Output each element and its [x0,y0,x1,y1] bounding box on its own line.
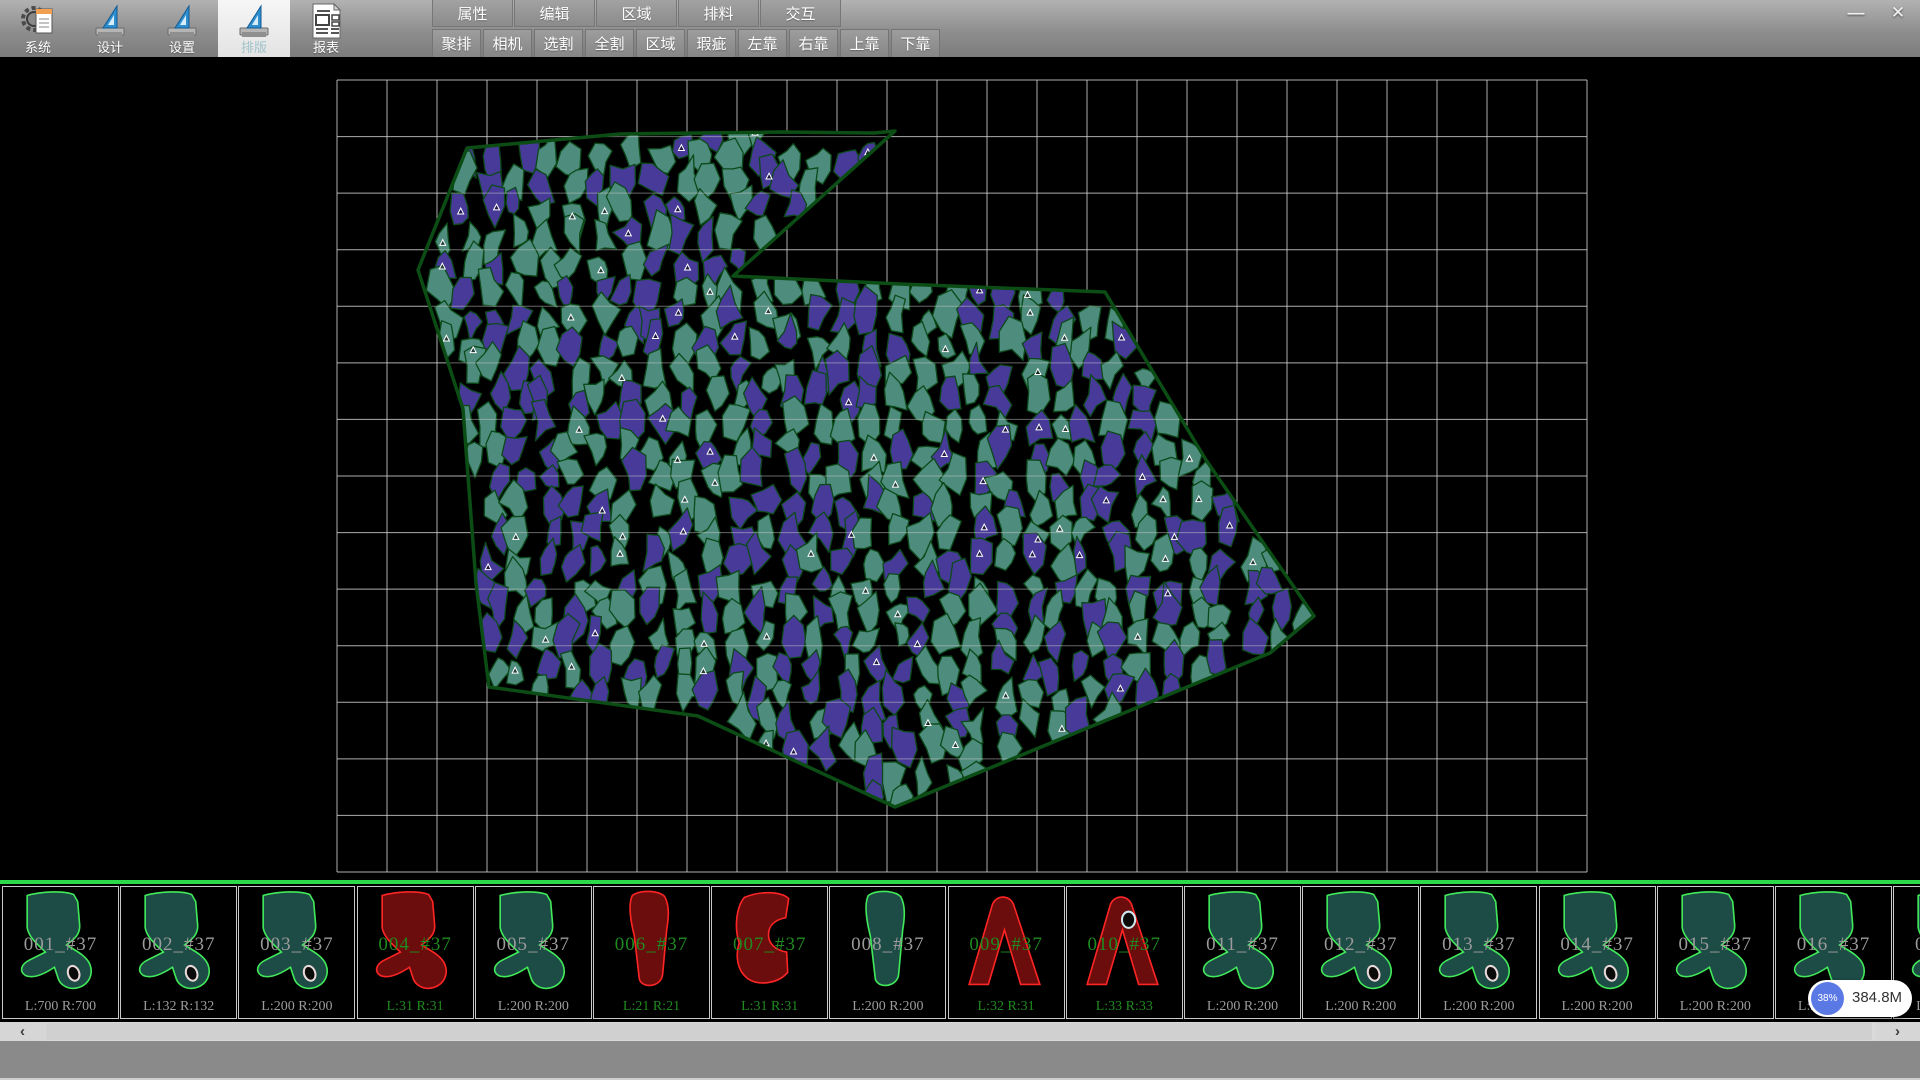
part-cell-010_#37[interactable]: 010_#37 L:33 R:33 [1066,886,1183,1019]
app-tab-report[interactable]: 报表 [290,0,362,57]
part-cell-015_#37[interactable]: 015_#37 L:200 R:200 [1657,886,1774,1019]
tool-button-cluster-nest[interactable]: 聚排 [432,29,481,58]
part-lr-values: L:31 R:31 [358,999,473,1015]
part-label: 012_#37 [1303,934,1418,956]
memory-status-pill: 38% 384.8M [1808,980,1912,1017]
part-lr-values: L:700 R:700 [3,999,118,1015]
parts-strip: 001_#37L:700 R:700002_#37L:132 R:132003_… [0,880,1920,1022]
tool-button-select-cut[interactable]: 选割 [534,29,583,58]
strip-scrollbar[interactable]: ‹ › [0,1022,1920,1041]
part-lr-values: L:32 R:31 [949,999,1064,1015]
report-document-icon [306,2,346,40]
app-tab-layout[interactable]: 排版 [218,0,290,57]
part-label: 017_#37 [1894,934,1920,956]
part-label: 002_#37 [121,934,236,956]
set-square-icon [90,3,130,39]
part-cell-013_#37[interactable]: 013_#37 L:200 R:200 [1420,886,1537,1019]
part-label: 001_#37 [3,934,118,956]
menu-tab-interact[interactable]: 交互 [760,0,841,27]
tool-button-align-bottom[interactable]: 下靠 [891,29,940,58]
app-tab-settings[interactable]: 设置 [146,0,218,57]
part-label: 004_#37 [358,934,473,956]
part-lr-values: L:132 R:132 [121,999,236,1015]
menu-tab-row: 属性编辑区域排料交互 [432,0,842,27]
part-cell-008_#37[interactable]: 008_#37 L:200 R:200 [829,886,946,1019]
part-label: 007_#37 [712,934,827,956]
menu-tab-edit[interactable]: 编辑 [514,0,595,27]
nesting-app-window: { "window": { "minimize_label": "—", "cl… [0,0,1920,1080]
part-lr-values: L:200 R:200 [476,999,591,1015]
progress-circle: 38% [1811,982,1844,1015]
tool-button-align-left[interactable]: 左靠 [738,29,787,58]
part-cell-006_#37[interactable]: 006_#37 L:21 R:21 [593,886,710,1019]
nesting-canvas[interactable] [0,57,1920,880]
part-lr-values: L:200 R:200 [1421,999,1536,1015]
tool-button-cut-all[interactable]: 全割 [585,29,634,58]
part-lr-values: L:200 R:200 [239,999,354,1015]
window-controls: — ✕ [1838,2,1916,24]
app-tab-design[interactable]: 设计 [74,0,146,57]
strip-top-line [0,880,1920,884]
part-cell-007_#37[interactable]: 007_#37 L:31 R:31 [711,886,828,1019]
menu-tab-nesting[interactable]: 排料 [678,0,759,27]
part-lr-values: L:31 R:31 [712,999,827,1015]
part-lr-values: L:200 R:200 [830,999,945,1015]
part-label: 016_#37 [1776,934,1891,956]
part-label: 011_#37 [1185,934,1300,956]
hide-nesting-drawing [0,57,1920,880]
app-tab-label: 设置 [169,40,195,55]
part-label: 005_#37 [476,934,591,956]
part-cell-003_#37[interactable]: 003_#37 L:200 R:200 [238,886,355,1019]
minimize-button[interactable]: — [1838,2,1874,24]
app-tab-label: 排版 [241,40,267,55]
menu-tab-region[interactable]: 区域 [596,0,677,27]
window-bottom-area [0,1041,1920,1078]
tool-button-defect[interactable]: 瑕疵 [687,29,736,58]
app-tab-label: 系统 [25,40,51,55]
tool-button-align-top[interactable]: 上靠 [840,29,889,58]
part-lr-values: L:200 R:200 [1185,999,1300,1015]
part-cell-011_#37[interactable]: 011_#37 L:200 R:200 [1184,886,1301,1019]
tool-button-region[interactable]: 区域 [636,29,685,58]
part-cell-002_#37[interactable]: 002_#37 L:132 R:132 [120,886,237,1019]
part-lr-values: L:200 R:200 [1303,999,1418,1015]
part-label: 009_#37 [949,934,1064,956]
tool-button-row: 聚排相机选割全割区域瑕疵左靠右靠上靠下靠 [432,29,942,56]
app-tab-system[interactable]: 系统 [2,0,74,57]
close-button[interactable]: ✕ [1880,2,1916,24]
memory-value: 384.8M [1852,989,1902,1006]
gear-document-icon [19,3,57,39]
app-mode-buttons: 系统 设计 设置 排版 报表 [2,0,362,57]
part-cell-005_#37[interactable]: 005_#37 L:200 R:200 [475,886,592,1019]
part-lr-values: L:33 R:33 [1067,999,1182,1015]
part-label: 015_#37 [1658,934,1773,956]
tool-button-camera[interactable]: 相机 [483,29,532,58]
scrollbar-thumb[interactable] [46,1023,1872,1040]
set-square-icon [234,3,274,39]
part-lr-values: L:200 R:200 [1540,999,1655,1015]
app-tab-label: 设计 [97,40,123,55]
app-tab-label: 报表 [313,40,339,55]
part-lr-values: L:200 R:200 [1658,999,1773,1015]
scroll-right-icon[interactable]: › [1875,1022,1920,1041]
part-cell-009_#37[interactable]: 009_#37 L:32 R:31 [948,886,1065,1019]
part-label: 010_#37 [1067,934,1182,956]
scroll-left-icon[interactable]: ‹ [0,1022,45,1041]
tool-button-align-right[interactable]: 右靠 [789,29,838,58]
menu-tab-properties[interactable]: 属性 [432,0,513,27]
part-label: 003_#37 [239,934,354,956]
part-cell-004_#37[interactable]: 004_#37 L:31 R:31 [357,886,474,1019]
part-cell-014_#37[interactable]: 014_#37 L:200 R:200 [1539,886,1656,1019]
part-label: 008_#37 [830,934,945,956]
part-label: 006_#37 [594,934,709,956]
part-cell-001_#37[interactable]: 001_#37 L:700 R:700 [2,886,119,1019]
part-label: 013_#37 [1421,934,1536,956]
toolbar: 系统设计设置排版报表 属性编辑区域排料交互 聚排相机选割全割区域瑕疵左靠右靠上靠… [0,0,1920,58]
set-square-icon [162,3,202,39]
part-cell-012_#37[interactable]: 012_#37 L:200 R:200 [1302,886,1419,1019]
part-label: 014_#37 [1540,934,1655,956]
part-lr-values: L:21 R:21 [594,999,709,1015]
